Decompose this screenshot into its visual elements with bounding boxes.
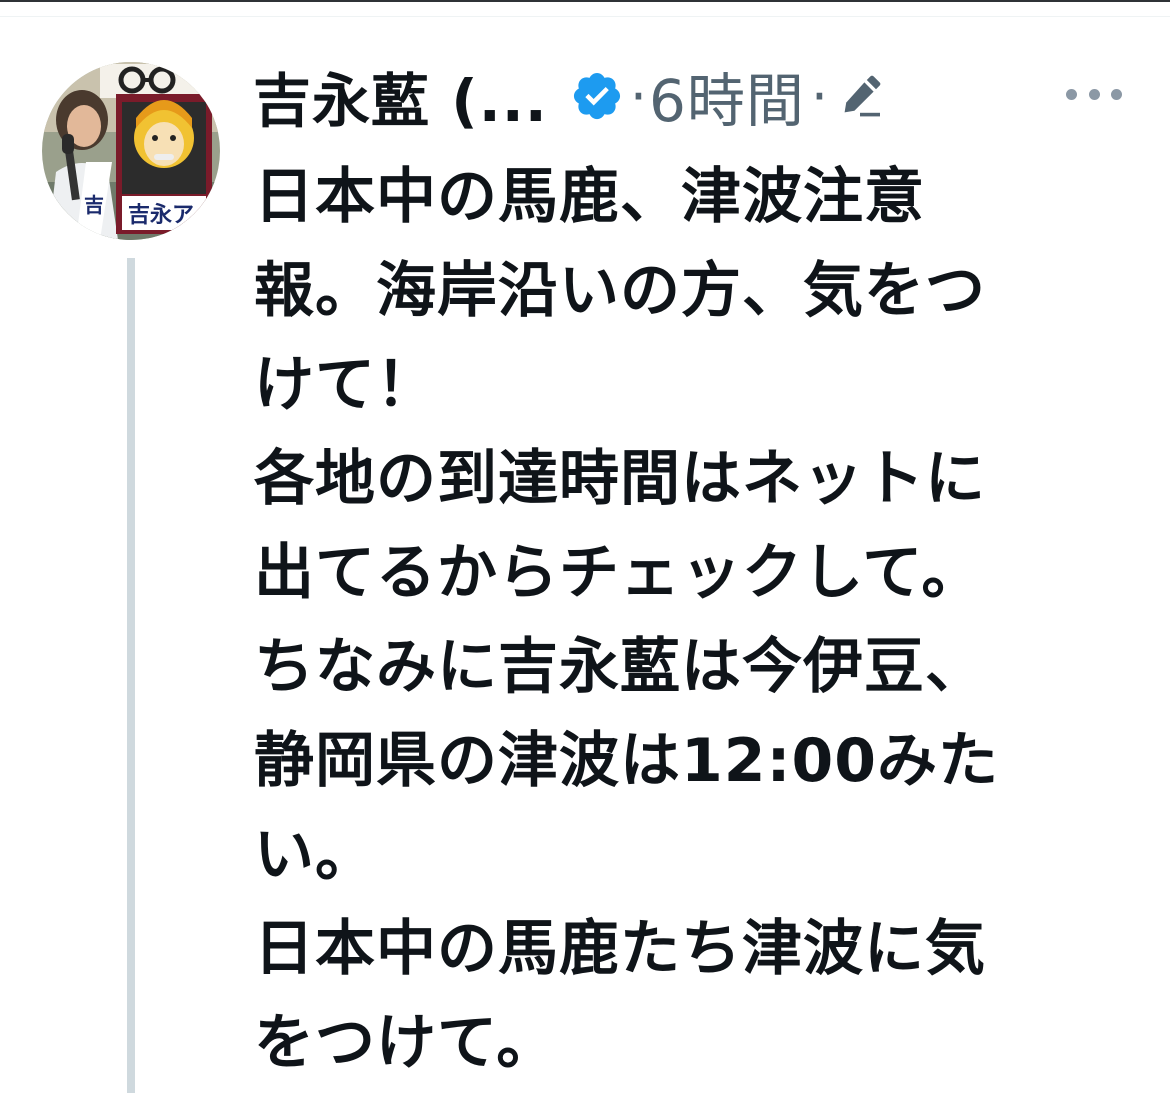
top-border [0,0,1170,2]
svg-text:吉: 吉 [84,193,104,217]
svg-text:吉永ア: 吉永ア [128,202,194,228]
thread-line [127,258,135,1093]
tweet-header: 吉永藍 (... · 6時間 · [253,58,884,135]
tweet-text: 日本中の馬鹿、津波注意 報。海岸沿いの方、気をつ けて！ 各地の到達時間はネット… [254,162,999,1078]
ellipsis-icon [1066,88,1077,100]
timestamp[interactable]: 6時間 [649,54,805,138]
verified-badge-icon [570,69,624,123]
separator-dot: · [810,64,829,128]
author-name[interactable]: 吉永藍 (... [253,54,548,138]
avatar[interactable]: 吉 吉永ア [42,62,220,240]
edit-pencil-icon[interactable] [836,72,884,120]
profile-photo: 吉 吉永ア [42,62,220,240]
more-options-button[interactable] [1066,80,1122,108]
divider [0,16,1170,17]
separator-dot: · [629,64,647,128]
